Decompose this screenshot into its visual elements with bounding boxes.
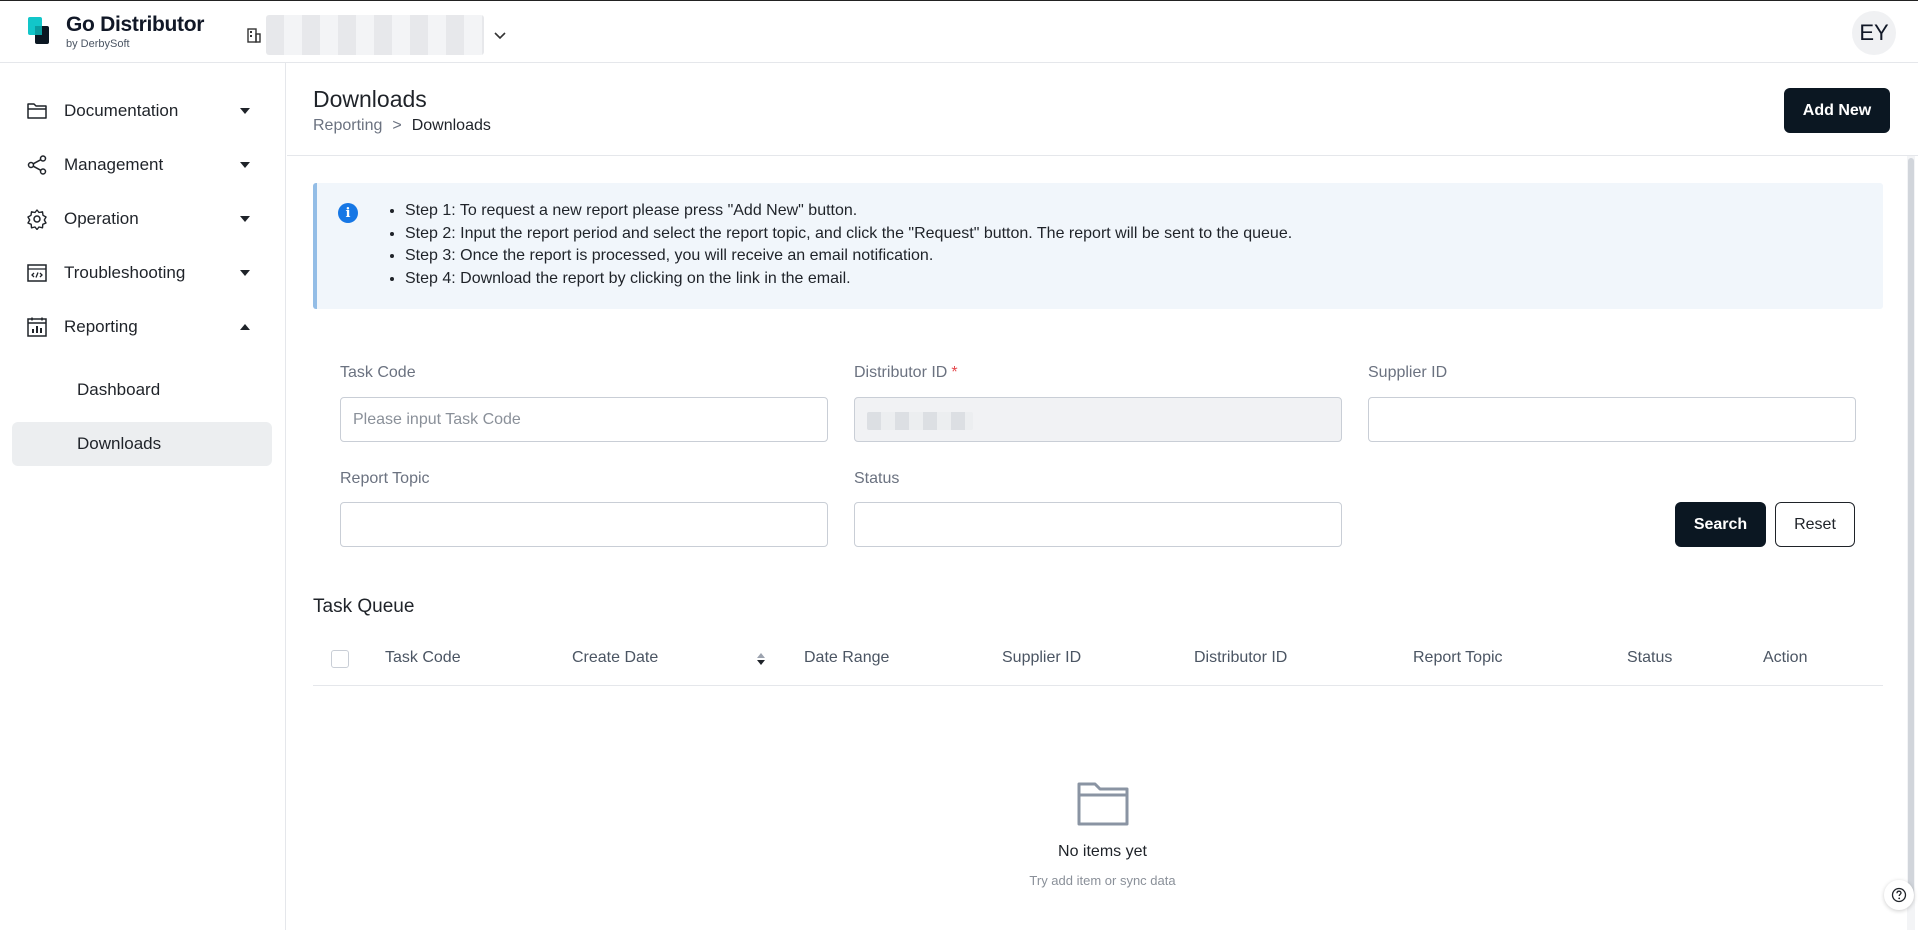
- empty-folder-icon: [1077, 782, 1128, 826]
- building-icon: [247, 28, 261, 43]
- page-title: Downloads: [313, 86, 427, 112]
- sidebar-item-label: Management: [64, 155, 164, 174]
- gear-icon: [27, 209, 47, 230]
- sidebar-subitem-dashboard[interactable]: Dashboard: [12, 368, 272, 412]
- empty-state: No items yet Try add item or sync data: [287, 780, 1918, 888]
- info-icon: i: [338, 203, 358, 223]
- empty-state-subtitle: Try add item or sync data: [1029, 873, 1176, 888]
- chevron-down-icon: [494, 32, 506, 40]
- sidebar-item-label: Troubleshooting: [64, 263, 186, 282]
- sidebar-item-operation[interactable]: Operation: [12, 197, 272, 241]
- supplier-id-select[interactable]: [1368, 397, 1856, 442]
- column-action: Action: [1763, 649, 1808, 666]
- sidebar-subitem-downloads[interactable]: Downloads: [12, 422, 272, 466]
- sort-icon[interactable]: [756, 651, 766, 667]
- column-status: Status: [1627, 649, 1673, 666]
- brand-subtitle: by DerbySoft: [66, 38, 130, 50]
- sidebar: Documentation Management Operation Troub…: [0, 63, 286, 930]
- info-steps-box: i Step 1: To request a new report please…: [313, 183, 1883, 309]
- distributor-id-label: Distributor ID *: [854, 364, 958, 382]
- report-topic-label: Report Topic: [340, 470, 430, 487]
- distributor-id-label-text: Distributor ID: [854, 364, 948, 381]
- user-avatar[interactable]: EY: [1852, 11, 1896, 55]
- column-report-topic: Report Topic: [1413, 649, 1503, 666]
- status-select[interactable]: [854, 502, 1342, 547]
- scrollbar-thumb[interactable]: [1908, 158, 1914, 898]
- breadcrumb-reporting[interactable]: Reporting: [313, 117, 382, 135]
- column-date-range: Date Range: [804, 649, 890, 666]
- caret-down-icon: [240, 216, 250, 222]
- steps-list: Step 1: To request a new report please p…: [405, 200, 1292, 291]
- sidebar-item-label: Operation: [64, 209, 139, 228]
- caret-down-icon: [240, 270, 250, 276]
- code-window-icon: [27, 264, 47, 282]
- table-header-row: Task Code Create Date Date Range Supplie…: [313, 638, 1883, 686]
- empty-state-title: No items yet: [1058, 843, 1147, 860]
- folder-icon: [27, 103, 47, 119]
- caret-down-icon: [240, 162, 250, 168]
- sidebar-item-management[interactable]: Management: [12, 143, 272, 187]
- sidebar-item-reporting[interactable]: Reporting: [12, 305, 272, 349]
- column-supplier-id: Supplier ID: [1002, 649, 1082, 666]
- required-mark: *: [951, 364, 958, 381]
- step-item: Step 2: Input the report period and sele…: [405, 223, 1292, 246]
- help-button[interactable]: [1884, 880, 1914, 910]
- column-task-code: Task Code: [385, 649, 461, 666]
- sidebar-item-troubleshooting[interactable]: Troubleshooting: [12, 251, 272, 295]
- brand-name: Go Distributor: [66, 13, 205, 36]
- redacted-value: [867, 412, 973, 430]
- report-chart-icon: [27, 317, 47, 337]
- add-new-button[interactable]: Add New: [1784, 88, 1890, 133]
- select-all-checkbox[interactable]: [331, 650, 349, 668]
- top-bar: Go Distributor by DerbySoft EY: [0, 0, 1918, 63]
- column-distributor-id: Distributor ID: [1194, 649, 1288, 666]
- breadcrumb: Reporting > Downloads: [313, 117, 491, 135]
- caret-up-icon: [240, 324, 250, 330]
- sidebar-item-label: Documentation: [64, 101, 179, 120]
- sidebar-item-label: Reporting: [64, 317, 138, 336]
- reset-button[interactable]: Reset: [1775, 502, 1855, 547]
- go-distributor-logo-icon[interactable]: [28, 17, 52, 45]
- caret-down-icon: [240, 108, 250, 114]
- task-code-label: Task Code: [340, 364, 416, 381]
- search-button[interactable]: Search: [1675, 502, 1766, 547]
- step-item: Step 1: To request a new report please p…: [405, 200, 1292, 223]
- status-label: Status: [854, 470, 900, 487]
- task-queue-title: Task Queue: [313, 596, 415, 617]
- column-create-date[interactable]: Create Date: [572, 649, 658, 667]
- report-topic-select[interactable]: [340, 502, 828, 547]
- step-item: Step 3: Once the report is processed, yo…: [405, 245, 1292, 268]
- step-item: Step 4: Download the report by clicking …: [405, 268, 1292, 291]
- breadcrumb-separator: >: [392, 117, 402, 134]
- task-code-input[interactable]: [340, 397, 828, 442]
- breadcrumb-current: Downloads: [411, 117, 491, 134]
- organization-switcher[interactable]: [246, 15, 508, 55]
- organization-name: [266, 15, 484, 55]
- share-icon: [27, 155, 47, 175]
- supplier-id-label: Supplier ID: [1368, 364, 1448, 381]
- page-header: Downloads Reporting > Downloads Add New: [287, 64, 1918, 156]
- help-icon: [1891, 887, 1907, 903]
- sidebar-item-documentation[interactable]: Documentation: [12, 89, 272, 133]
- distributor-id-field: [854, 397, 1342, 442]
